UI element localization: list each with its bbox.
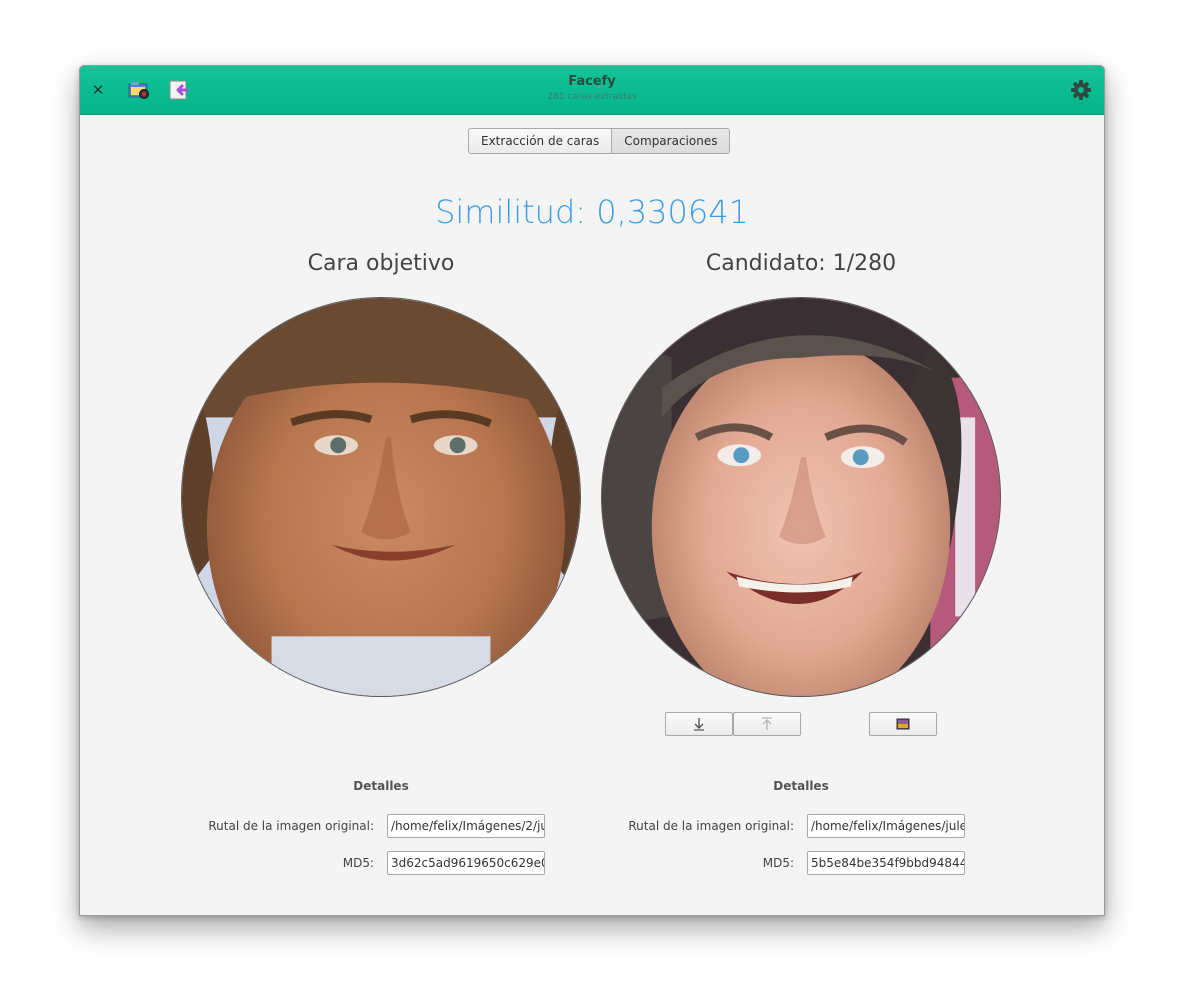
candidate-md5-field[interactable]: 5b5e84be354f9bbd948444: [807, 851, 965, 875]
target-md5-field[interactable]: 3d62c5ad9619650c629e03: [387, 851, 545, 875]
image-icon: [896, 718, 910, 730]
target-path-label: Rutal de la imagen original:: [208, 819, 374, 833]
candidate-path-field[interactable]: /home/felix/Imágenes/juleriaque.jpg: [807, 814, 965, 838]
previous-candidate-button[interactable]: [665, 712, 733, 736]
candidate-details-title: Detalles: [773, 779, 829, 793]
title-area: Facefy 281 caras extraídas: [80, 74, 1104, 104]
candidate-md5-label: MD5:: [762, 856, 794, 870]
candidate-face-title: Candidato: 1/280: [705, 251, 897, 276]
tab-comparaciones[interactable]: Comparaciones: [611, 129, 730, 153]
app-window: ✕ Facefy 281 caras extraídas Extracción …: [79, 65, 1105, 916]
next-candidate-button[interactable]: [733, 712, 801, 736]
arrow-up-icon: [762, 717, 772, 730]
arrow-down-icon: [694, 718, 704, 731]
view-switcher: Extracción de caras Comparaciones: [468, 128, 731, 154]
open-image-button[interactable]: [869, 712, 937, 736]
target-path-field[interactable]: /home/felix/Imágenes/2/juleriaque.jpg: [387, 814, 545, 838]
similarity-score: Similitud: 0,330641: [435, 193, 749, 231]
header-bar: ✕ Facefy 281 caras extraídas: [80, 66, 1104, 115]
target-face-title: Cara objetivo: [307, 251, 455, 276]
target-face-image: [181, 297, 581, 697]
window-title: Facefy: [568, 74, 616, 89]
settings-button[interactable]: [1070, 79, 1092, 101]
target-md5-label: MD5:: [342, 856, 374, 870]
candidate-face-image: [601, 297, 1001, 697]
tab-extraccion[interactable]: Extracción de caras: [469, 129, 611, 153]
target-details-title: Detalles: [353, 779, 409, 793]
candidate-path-label: Rutal de la imagen original:: [628, 819, 794, 833]
window-subtitle: 281 caras extraídas: [547, 92, 637, 102]
gear-icon: [1071, 80, 1091, 100]
